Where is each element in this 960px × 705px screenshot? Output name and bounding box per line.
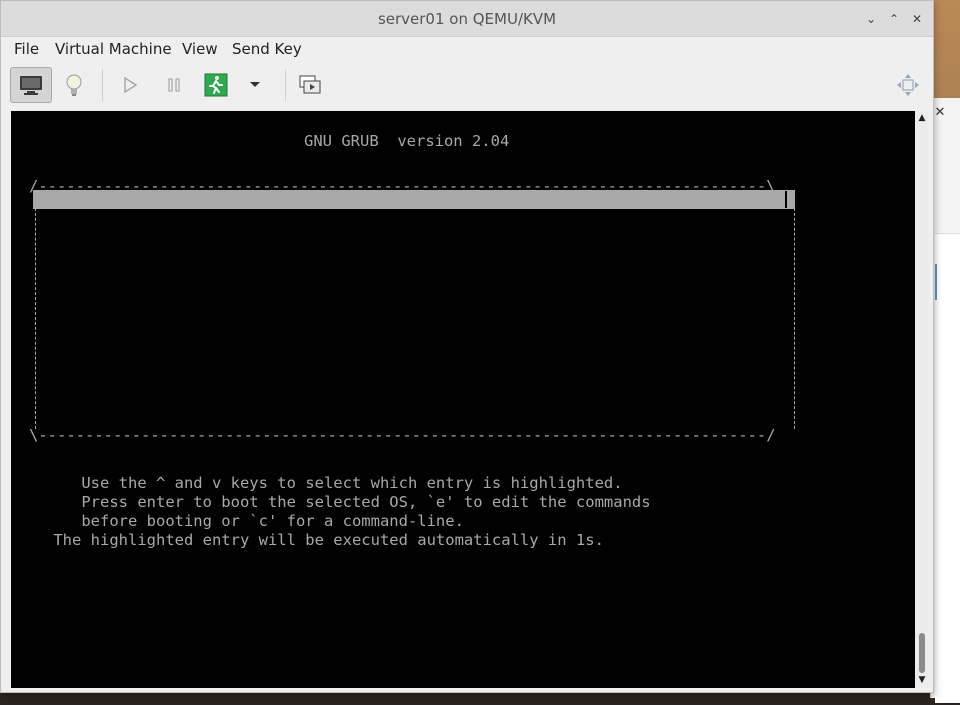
minimize-button[interactable]: ⌄	[863, 11, 879, 27]
fullscreen-button[interactable]	[887, 67, 929, 103]
toolbar-separator	[102, 69, 103, 101]
menu-file[interactable]: File	[14, 40, 39, 58]
maximize-button[interactable]: ⌃	[886, 11, 902, 27]
run-button[interactable]	[109, 67, 151, 103]
resize-arrows-icon	[897, 74, 919, 96]
boot-menu-box: /---------------------------------------…	[29, 177, 801, 445]
help-line: Press enter to boot the selected OS, `e'…	[44, 493, 651, 511]
lightbulb-icon	[66, 74, 82, 96]
scroll-up-arrow-icon[interactable]: ▲	[917, 113, 927, 123]
vm-viewer-window: server01 on QEMU/KVM ⌄ ⌃ ✕ File Virtual …	[0, 0, 934, 693]
menu-bar: File Virtual Machine View Send Key	[1, 37, 933, 63]
help-line: before booting or `c' for a command-line…	[44, 512, 464, 530]
monitor-icon	[20, 76, 42, 95]
snapshots-button[interactable]	[289, 67, 331, 103]
menu-box-right-border	[794, 193, 796, 429]
details-view-button[interactable]	[53, 67, 95, 103]
boot-entry-selected[interactable]: *Linux virt	[33, 190, 795, 227]
exit-run-icon	[204, 73, 228, 97]
background-window: ✕	[930, 98, 960, 703]
toolbar	[1, 63, 933, 109]
shutdown-menu-button[interactable]	[237, 67, 273, 103]
background-window-close-icon[interactable]: ✕	[933, 106, 947, 120]
background-window-chart	[935, 264, 943, 300]
countdown-line: The highlighted entry will be executed a…	[44, 531, 604, 549]
console-scrollbar[interactable]: ▲ ▼	[915, 111, 929, 688]
menu-send-key[interactable]: Send Key	[232, 40, 302, 58]
text-cursor	[785, 191, 787, 208]
vm-console[interactable]: GNU GRUB version 2.04 /-----------------…	[11, 111, 915, 688]
grub-title: GNU GRUB version 2.04	[304, 132, 510, 150]
background-window-panel	[935, 233, 960, 703]
help-line: Use the ^ and v keys to select which ent…	[44, 474, 623, 492]
chevron-down-icon	[250, 82, 260, 87]
title-bar[interactable]: server01 on QEMU/KVM ⌄ ⌃ ✕	[1, 1, 933, 37]
window-title: server01 on QEMU/KVM	[377, 10, 557, 28]
menu-view[interactable]: View	[182, 40, 218, 58]
toolbar-separator	[285, 69, 286, 101]
close-button[interactable]: ✕	[909, 11, 925, 27]
menu-box-bottom-border: \---------------------------------------…	[29, 426, 776, 444]
shutdown-button[interactable]	[195, 67, 237, 103]
menu-virtual-machine[interactable]: Virtual Machine	[55, 40, 172, 58]
pause-icon	[168, 78, 180, 92]
scroll-down-arrow-icon[interactable]: ▼	[917, 675, 927, 685]
snapshot-icon	[299, 75, 321, 94]
console-view-button[interactable]	[10, 67, 52, 103]
boot-entry-label: *Linux virt	[109, 209, 213, 227]
scroll-thumb[interactable]	[919, 633, 925, 673]
pause-button[interactable]	[153, 67, 195, 103]
play-icon	[124, 76, 138, 94]
